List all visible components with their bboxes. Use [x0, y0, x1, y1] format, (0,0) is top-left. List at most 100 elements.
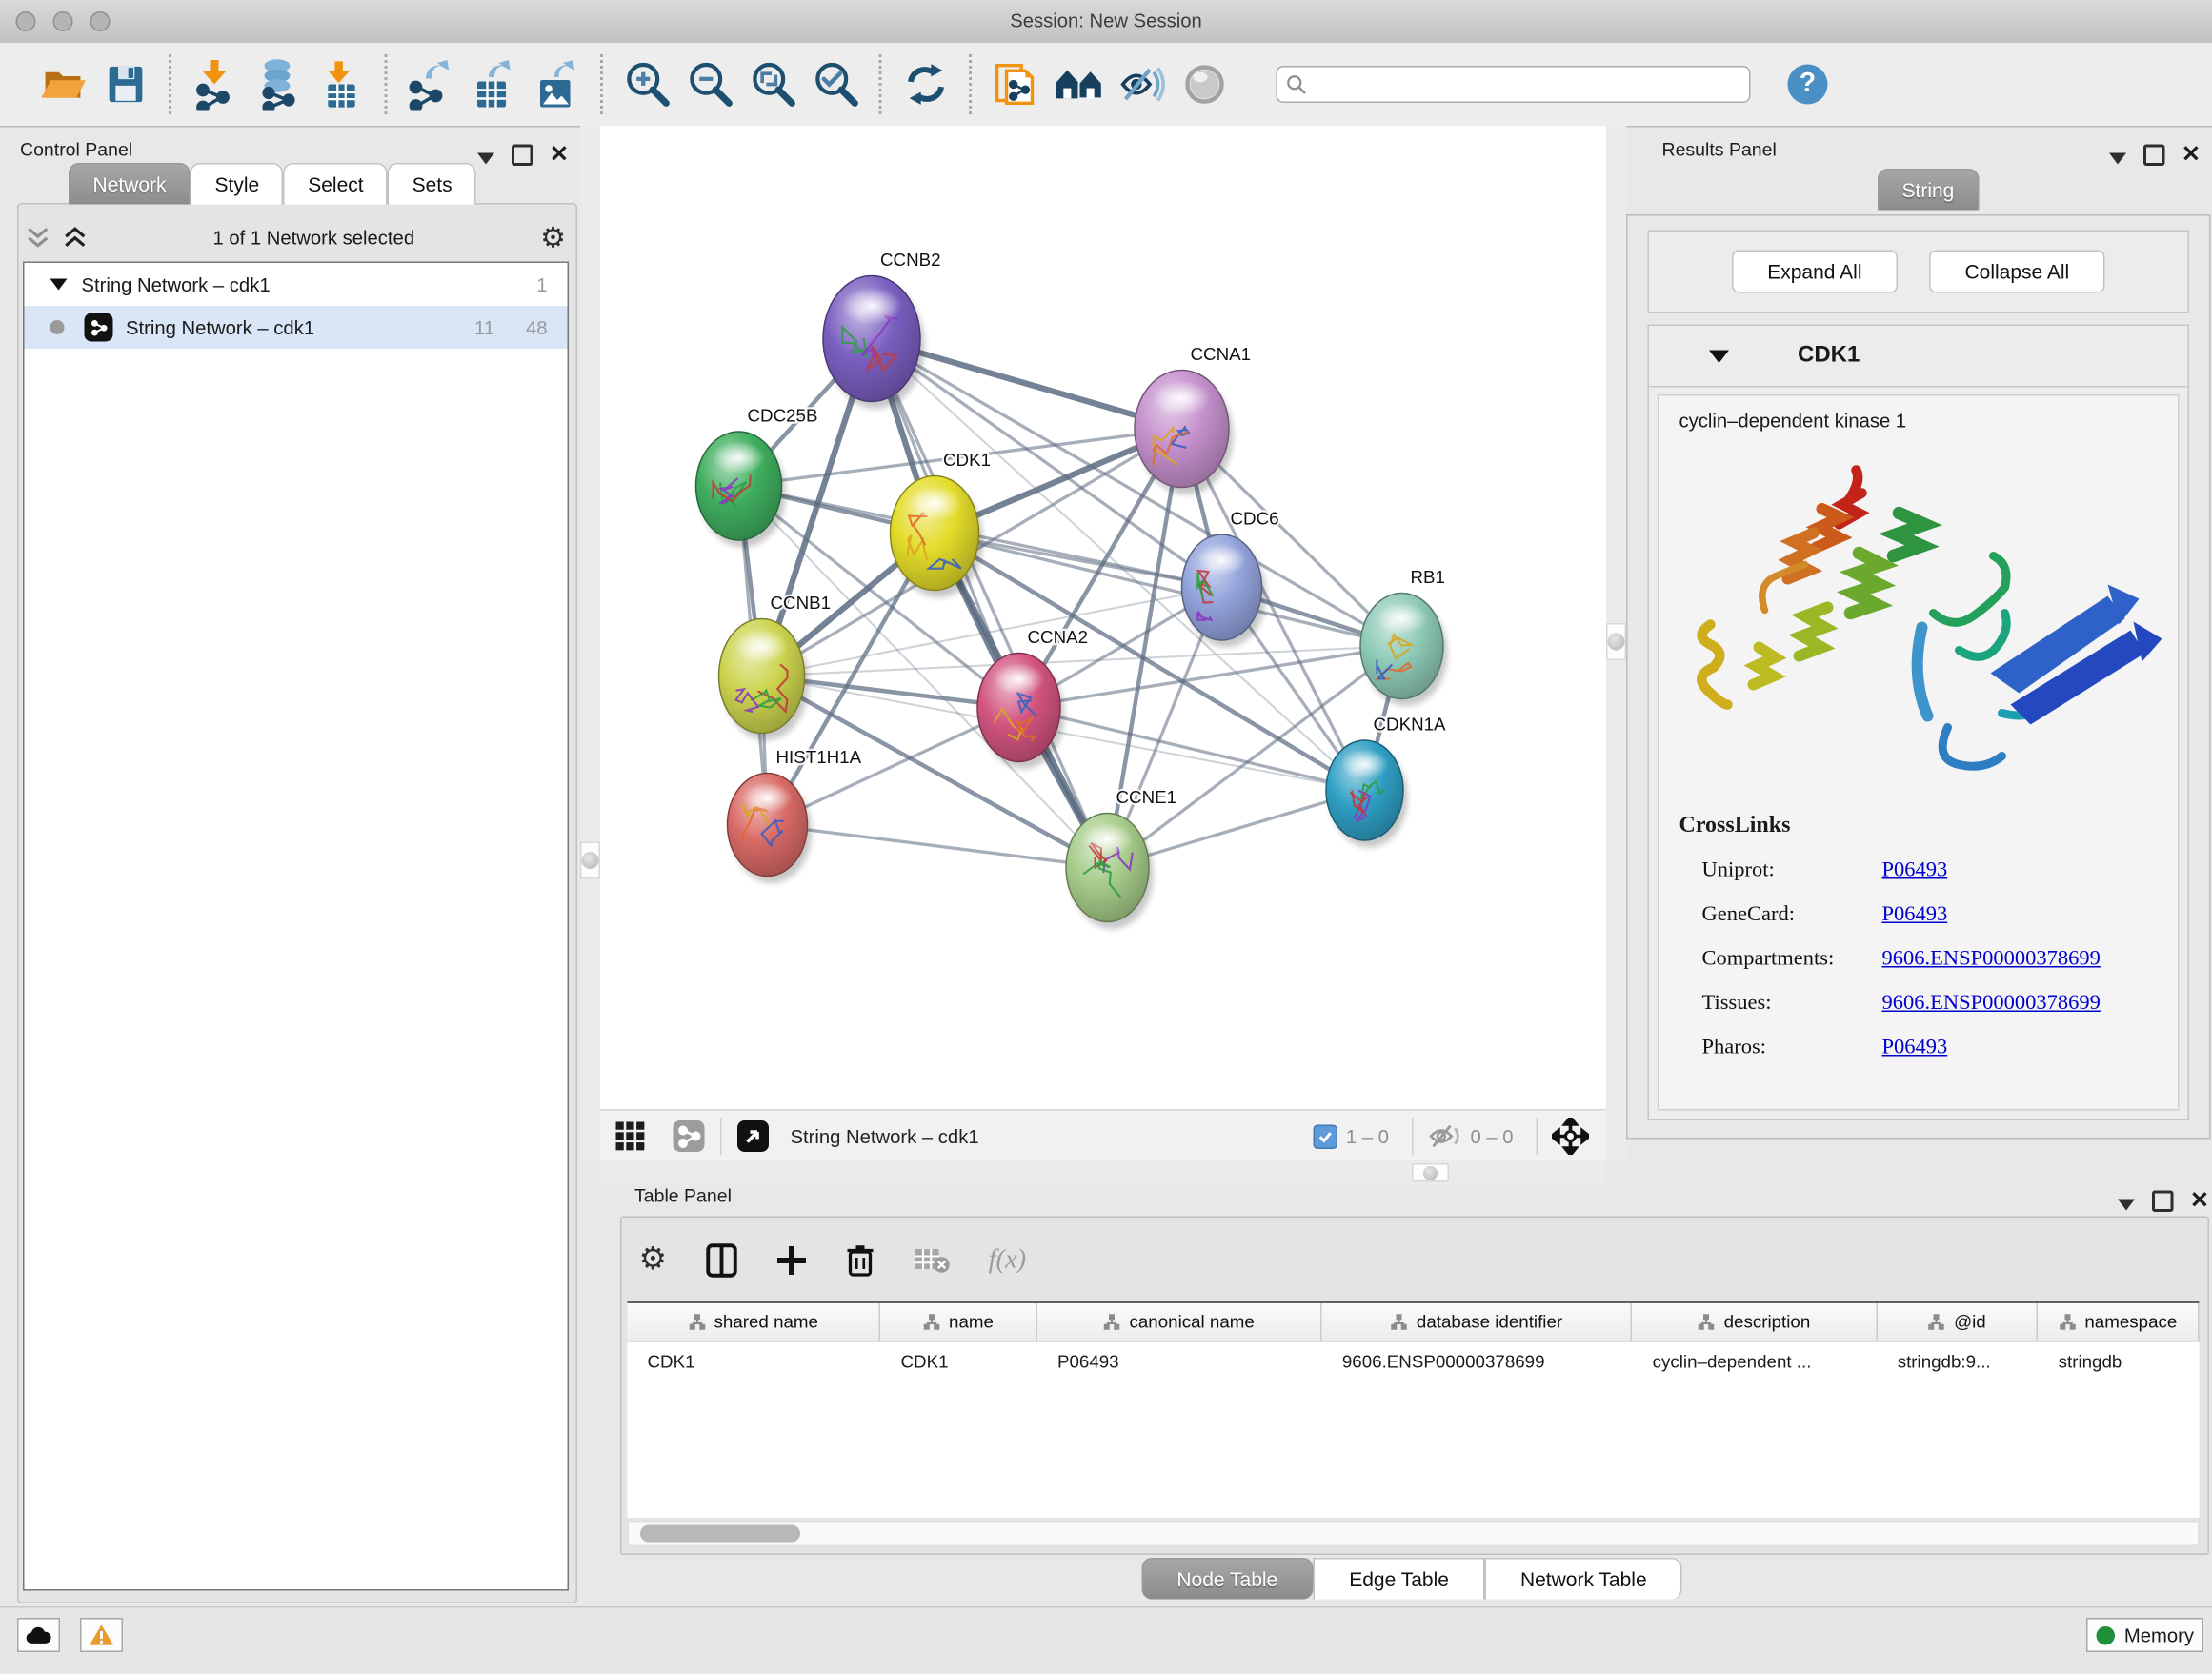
panel-minimize-icon[interactable] — [476, 152, 493, 164]
right-splitter[interactable] — [1606, 126, 1626, 1160]
node-table-row[interactable]: CDK1CDK1P064939606.ENSP00000378699cyclin… — [628, 1342, 2200, 1382]
tab-network[interactable]: Network — [69, 163, 191, 205]
splitter-grip[interactable] — [1606, 623, 1626, 660]
network-options-gear-icon[interactable]: ⚙ — [540, 223, 566, 252]
warnings-button[interactable] — [80, 1618, 123, 1652]
collapse-all-button[interactable]: Collapse All — [1929, 251, 2105, 293]
save-session-button[interactable] — [94, 51, 157, 117]
column-header-database-identifier[interactable]: database identifier — [1322, 1303, 1633, 1341]
column-header-name[interactable]: name — [881, 1303, 1037, 1341]
cell-namespace[interactable]: stringdb — [2039, 1342, 2200, 1382]
panel-close-icon[interactable]: ✕ — [2190, 1191, 2209, 1211]
network-node-CDKN1A[interactable]: CDKN1A — [1326, 715, 1446, 848]
cell-name[interactable]: CDK1 — [881, 1342, 1037, 1382]
add-column-icon[interactable] — [775, 1245, 807, 1277]
crosslink-label: Compartments: — [1702, 948, 1882, 973]
network-edge[interactable] — [762, 676, 1365, 791]
tab-sets[interactable]: Sets — [388, 163, 476, 205]
cell-canonical-name[interactable]: P06493 — [1037, 1342, 1322, 1382]
import-network-file-button[interactable] — [185, 51, 248, 117]
pan-move-icon[interactable] — [1552, 1118, 1589, 1155]
panel-float-icon[interactable] — [511, 145, 533, 167]
cell-description[interactable]: cyclin–dependent ... — [1633, 1342, 1878, 1382]
glass-ball-effect-toggle-button[interactable] — [1174, 51, 1237, 117]
panel-minimize-icon[interactable] — [2108, 152, 2125, 164]
column-header--id[interactable]: @id — [1878, 1303, 2039, 1341]
enhanced-labels-toggle-button[interactable] — [1111, 51, 1174, 117]
network-node-RB1[interactable]: RB1 — [1360, 567, 1448, 706]
column-header-description[interactable]: description — [1633, 1303, 1878, 1341]
network-node-HIST1H1A[interactable]: HIST1H1A — [728, 747, 862, 883]
network-edge[interactable] — [1019, 708, 1365, 791]
memory-status-button[interactable]: Memory — [2086, 1618, 2203, 1652]
table-horizontal-scrollbar[interactable] — [628, 1521, 2200, 1546]
tab-network-table[interactable]: Network Table — [1484, 1558, 1682, 1600]
column-header-namespace[interactable]: namespace — [2039, 1303, 2200, 1341]
zoom-in-button[interactable] — [616, 51, 679, 117]
clone-network-button[interactable] — [985, 51, 1048, 117]
attribute-icon — [1699, 1314, 1716, 1331]
birds-eye-view-icon[interactable] — [736, 1119, 771, 1154]
attribute-icon — [923, 1314, 940, 1331]
splitter-grip[interactable] — [1412, 1163, 1449, 1182]
import-table-button[interactable] — [311, 51, 373, 117]
tab-select[interactable]: Select — [284, 163, 388, 205]
delete-column-trash-icon[interactable] — [846, 1243, 875, 1278]
horizontal-splitter[interactable] — [600, 1160, 1606, 1185]
crosslink-uniprot-link[interactable]: P06493 — [1882, 859, 1948, 884]
table-options-gear-icon[interactable]: ⚙ — [639, 1246, 668, 1275]
network-row[interactable]: String Network – cdk1 11 48 — [25, 306, 568, 349]
splitter-grip[interactable] — [580, 842, 600, 879]
left-splitter[interactable] — [580, 126, 600, 1160]
export-image-button[interactable] — [526, 51, 589, 117]
panel-close-icon[interactable]: ✕ — [550, 145, 569, 165]
gene-section-header[interactable]: CDK1 — [1649, 326, 2188, 388]
network-node-CDC6[interactable]: CDC6 — [1182, 509, 1279, 648]
tab-node-table[interactable]: Node Table — [1141, 1558, 1314, 1600]
collapse-all-icon[interactable] — [26, 225, 50, 250]
zoom-out-button[interactable] — [679, 51, 742, 117]
string-home-button[interactable] — [1048, 51, 1111, 117]
column-header-canonical-name[interactable]: canonical name — [1037, 1303, 1322, 1341]
grid-view-icon[interactable] — [614, 1120, 646, 1152]
panel-close-icon[interactable]: ✕ — [2182, 145, 2201, 165]
panel-minimize-icon[interactable] — [2117, 1199, 2134, 1210]
zoom-fit-button[interactable] — [742, 51, 805, 117]
tab-edge-table[interactable]: Edge Table — [1314, 1558, 1485, 1600]
panel-float-icon[interactable] — [2151, 1191, 2173, 1213]
network-view-canvas[interactable]: CCNB2CCNA1CDC25BCDK1CDC6RB1CCNB1CCNA2CDK… — [600, 126, 1606, 1109]
expand-all-button[interactable]: Expand All — [1732, 251, 1898, 293]
network-edge[interactable] — [872, 339, 1108, 868]
column-header-shared-name[interactable]: shared name — [628, 1303, 881, 1341]
tab-string[interactable]: String — [1878, 169, 1979, 211]
network-node-CDC25B[interactable]: CDC25B — [696, 406, 818, 548]
network-edge[interactable] — [768, 825, 1108, 868]
section-collapse-caret-icon[interactable] — [1709, 350, 1729, 363]
cell--id[interactable]: stringdb:9... — [1878, 1342, 2039, 1382]
zoom-selected-button[interactable] — [805, 51, 868, 117]
export-table-button[interactable] — [463, 51, 526, 117]
export-network-button[interactable] — [400, 51, 463, 117]
network-thumbnail-icon[interactable] — [672, 1119, 706, 1154]
cloud-status-button[interactable] — [17, 1618, 60, 1652]
tab-style[interactable]: Style — [191, 163, 284, 205]
update-button[interactable] — [895, 51, 957, 117]
help-button[interactable]: ? — [1788, 65, 1828, 105]
selected-items-checkbox[interactable] — [1313, 1124, 1337, 1149]
expand-all-icon[interactable] — [63, 225, 88, 250]
panel-float-icon[interactable] — [2142, 145, 2164, 167]
scrollbar-thumb[interactable] — [640, 1525, 800, 1543]
tree-expand-caret-icon[interactable] — [50, 279, 68, 291]
import-network-from-database-button[interactable] — [248, 51, 311, 117]
crosslink-compartments-link[interactable]: 9606.ENSP00000378699 — [1882, 948, 2101, 973]
crosslink-pharos-link[interactable]: P06493 — [1882, 1037, 1948, 1061]
crosslink-genecard-link[interactable]: P06493 — [1882, 903, 1948, 928]
cell-shared-name[interactable]: CDK1 — [628, 1342, 881, 1382]
crosslink-tissues-link[interactable]: 9606.ENSP00000378699 — [1882, 992, 2101, 1017]
open-session-button[interactable] — [31, 51, 94, 117]
cell-database-identifier[interactable]: 9606.ENSP00000378699 — [1322, 1342, 1633, 1382]
network-node-CCNA1[interactable]: CCNA1 — [1135, 344, 1251, 494]
show-columns-icon[interactable] — [706, 1243, 737, 1278]
network-collection-row[interactable]: String Network – cdk1 1 — [25, 263, 568, 306]
search-input[interactable] — [1315, 73, 1740, 96]
